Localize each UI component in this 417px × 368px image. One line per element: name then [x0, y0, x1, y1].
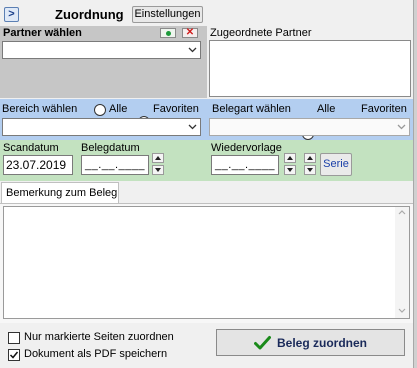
bereich-label: Bereich wählen: [2, 103, 78, 115]
belegart-favoriten-label: Favoriten: [361, 103, 407, 115]
assign-document-label: Beleg zuordnen: [276, 335, 367, 350]
settings-button[interactable]: Einstellungen: [132, 6, 203, 23]
belegart-label: Belegart wählen: [212, 103, 291, 115]
assigned-partners-list[interactable]: [209, 40, 411, 97]
belegdatum-up-button[interactable]: [152, 153, 164, 163]
tab-remark[interactable]: Bemerkung zum Beleg: [1, 182, 119, 204]
panel-edge: [413, 0, 417, 368]
save-pdf-checkbox[interactable]: [8, 349, 20, 361]
chevron-down-icon: [185, 43, 199, 57]
chevron-down-icon: [185, 120, 199, 134]
arrow-down-icon: [155, 168, 161, 172]
page-title: Zuordnung: [55, 7, 124, 22]
wiedervorlage-up-button[interactable]: [284, 153, 296, 163]
only-marked-checkbox[interactable]: [8, 332, 20, 344]
save-pdf-label: Dokument als PDF speichern: [24, 348, 168, 360]
arrow-down-icon: [307, 168, 313, 172]
only-marked-label: Nur markierte Seiten zuordnen: [24, 331, 174, 343]
chevron-right-icon: >: [8, 8, 15, 20]
partner-dropdown[interactable]: [2, 41, 201, 59]
check-icon: [9, 351, 19, 359]
belegart-alle-label: Alle: [317, 103, 336, 115]
add-icon: [165, 30, 171, 36]
scandatum-field[interactable]: 23.07.2019: [3, 155, 73, 175]
checkmark-icon: [253, 335, 271, 349]
assign-document-button[interactable]: Beleg zuordnen: [216, 329, 405, 356]
arrow-down-icon: [287, 168, 293, 172]
bereich-dropdown[interactable]: [2, 118, 201, 136]
belegart-dropdown[interactable]: [209, 118, 410, 136]
belegdatum-down-button[interactable]: [152, 165, 164, 175]
arrow-up-icon: [287, 156, 293, 160]
remark-scrollbar[interactable]: [395, 207, 409, 318]
scroll-up-icon: [398, 210, 406, 215]
partner-label: Partner wählen: [3, 27, 82, 39]
remark-textarea[interactable]: [3, 206, 410, 319]
remove-icon: ✕: [185, 27, 195, 38]
wiedervorlage-label: Wiedervorlage: [211, 142, 282, 154]
toggle-panel-button[interactable]: >: [4, 7, 19, 22]
wiedervorlage-field[interactable]: __.__.____: [211, 155, 279, 175]
arrow-up-icon: [155, 156, 161, 160]
bereich-alle-label: Alle: [109, 103, 128, 115]
belegdatum-label: Belegdatum: [81, 142, 140, 154]
wiedervorlage-down-button[interactable]: [284, 165, 296, 175]
serie-button[interactable]: Serie: [320, 153, 352, 176]
scroll-down-icon: [398, 308, 406, 313]
scandatum-label: Scandatum: [3, 142, 59, 154]
bereich-favoriten-label: Favoriten: [153, 103, 199, 115]
wiedervorlage-down-button-2[interactable]: [304, 165, 316, 175]
belegdatum-field[interactable]: __.__.____: [81, 155, 149, 175]
assigned-partners-label: Zugeordnete Partner: [210, 27, 312, 39]
arrow-up-icon: [307, 156, 313, 160]
wiedervorlage-up-button-2[interactable]: [304, 153, 316, 163]
add-partner-button[interactable]: [160, 28, 176, 38]
chevron-down-icon: [394, 120, 408, 134]
remove-partner-button[interactable]: ✕: [182, 28, 198, 38]
bereich-alle-radio[interactable]: [94, 104, 106, 116]
